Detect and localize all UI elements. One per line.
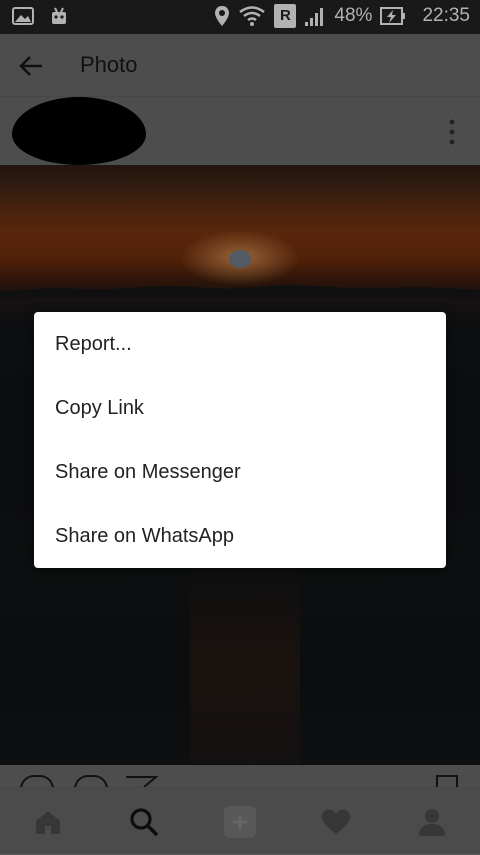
share-messenger-menu-item[interactable]: Share on Messenger [34, 440, 446, 504]
options-dialog: Report... Copy Link Share on Messenger S… [34, 312, 446, 568]
report-menu-item[interactable]: Report... [34, 312, 446, 376]
share-whatsapp-menu-item[interactable]: Share on WhatsApp [34, 504, 446, 568]
copy-link-menu-item[interactable]: Copy Link [34, 376, 446, 440]
